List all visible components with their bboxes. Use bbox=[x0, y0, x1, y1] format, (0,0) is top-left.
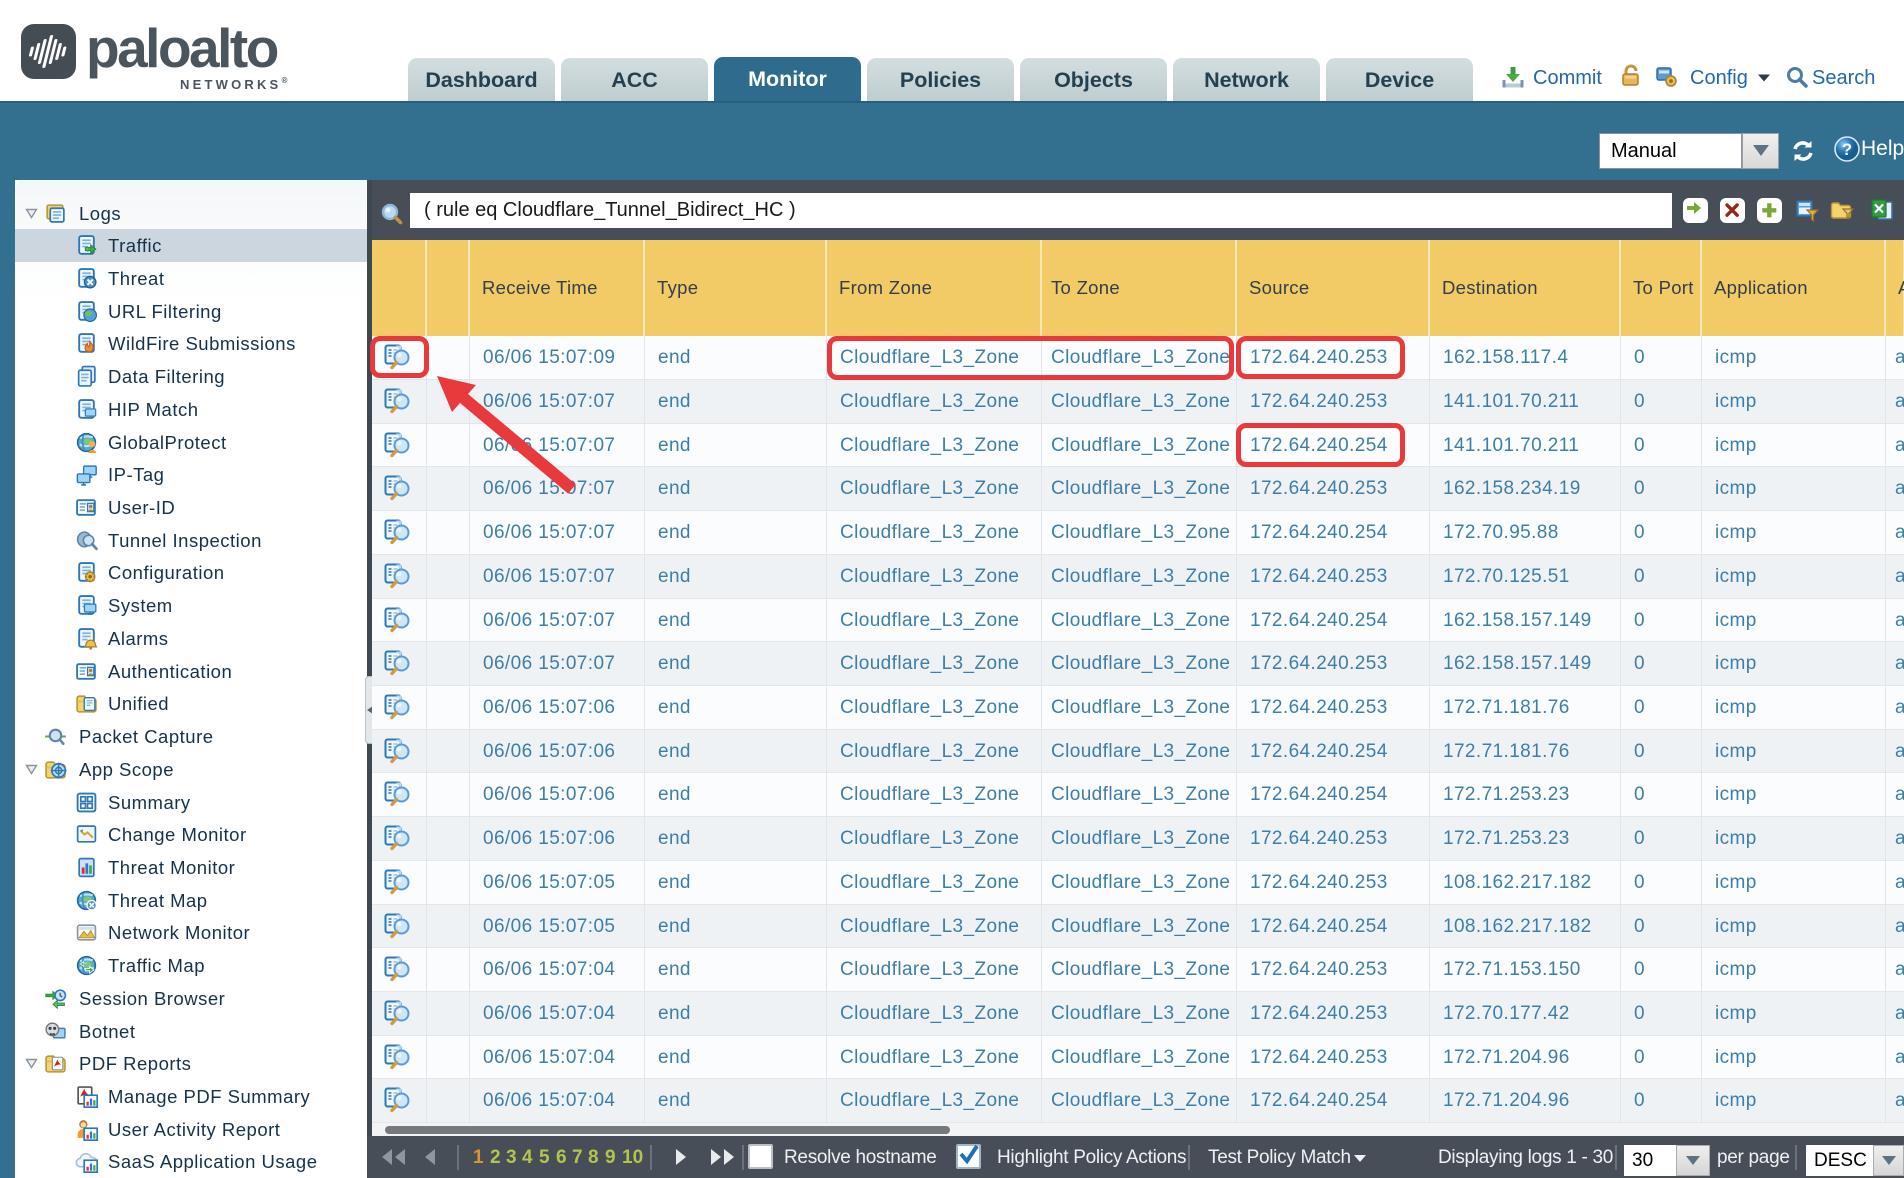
svg-text:?: ? bbox=[1842, 140, 1852, 159]
